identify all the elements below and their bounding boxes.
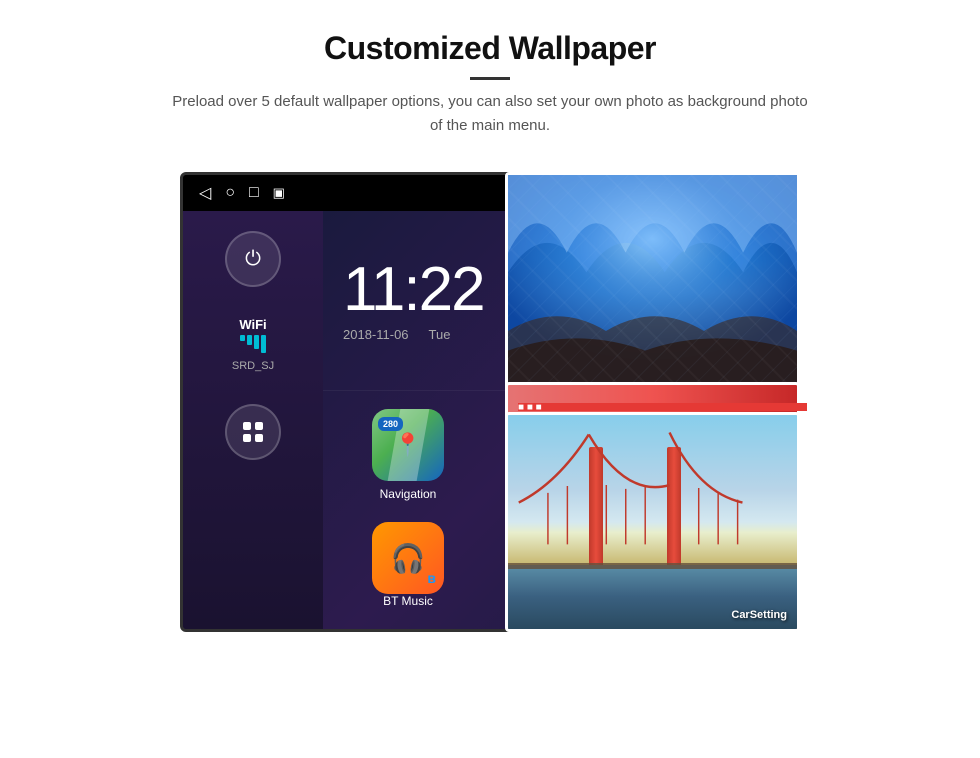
wallpaper-ice <box>505 172 800 392</box>
bt-badge: ʙ <box>427 570 436 586</box>
wallpaper-previews: ■ ■ ■ <box>500 172 800 632</box>
wifi-info: WiFi SRD_SJ <box>232 317 274 374</box>
bridge-scene <box>508 415 797 629</box>
map-pin-icon: 📍 <box>394 432 421 458</box>
bridge-cables-svg <box>508 415 797 629</box>
wallpaper-bridge: CarSetting <box>505 412 800 632</box>
grid-dot <box>255 434 263 442</box>
red-strip <box>518 403 807 411</box>
home-icon[interactable]: ○ <box>225 184 235 202</box>
btmusic-icon: 🎧 ʙ <box>372 522 444 594</box>
recent-icon[interactable]: □ <box>249 184 259 202</box>
back-icon[interactable]: ◁ <box>199 183 211 203</box>
map-badge: 280 <box>378 417 403 431</box>
wifi-bar-3 <box>254 335 259 349</box>
car-setting-label: CarSetting <box>731 609 787 621</box>
page-title: Customized Wallpaper <box>165 30 815 67</box>
power-button[interactable]: ⏻ <box>225 231 281 287</box>
title-divider <box>470 77 510 80</box>
apps-grid-icon <box>243 422 263 442</box>
clock-day-value: Tue <box>429 327 451 342</box>
btmusic-label: BT Music <box>383 594 433 608</box>
grid-dot <box>243 434 251 442</box>
headphone-glyph: 🎧 <box>391 542 426 575</box>
clock-display: 11:22 <box>343 259 522 321</box>
navigation-icon: 280 📍 <box>372 409 444 481</box>
clock-date-value: 2018-11-06 <box>343 327 409 342</box>
apps-drawer-button[interactable] <box>225 404 281 460</box>
wifi-bar-4 <box>261 335 266 353</box>
wifi-bar-1 <box>240 335 245 341</box>
power-icon: ⏻ <box>245 248 261 271</box>
wifi-bars <box>232 335 274 353</box>
wifi-bar-2 <box>247 335 252 345</box>
ice-texture <box>508 175 797 389</box>
title-section: Customized Wallpaper Preload over 5 defa… <box>165 30 815 138</box>
grid-dot <box>243 422 251 430</box>
car-strip-label: ■ ■ ■ <box>518 402 542 413</box>
clock-date: 2018-11-06 Tue <box>343 327 522 342</box>
app-item-navigation[interactable]: 280 📍 Navigation <box>333 401 483 509</box>
subtitle: Preload over 5 default wallpaper options… <box>165 90 815 138</box>
grid-dot <box>255 422 263 430</box>
wifi-network: SRD_SJ <box>232 360 274 372</box>
device-section: ◁ ○ □ ▣ ♦ ▲ 11:22 ⏻ <box>180 172 800 632</box>
navigation-label: Navigation <box>380 487 437 501</box>
wifi-label: WiFi <box>232 317 274 332</box>
page-container: Customized Wallpaper Preload over 5 defa… <box>0 0 980 758</box>
app-item-btmusic[interactable]: 🎧 ʙ BT Music <box>333 511 483 619</box>
screenshot-icon[interactable]: ▣ <box>273 185 285 201</box>
left-sidebar: ⏻ WiFi SRD_SJ <box>183 211 323 629</box>
status-left: ◁ ○ □ ▣ <box>199 183 285 203</box>
ice-cave-bg <box>508 175 797 389</box>
